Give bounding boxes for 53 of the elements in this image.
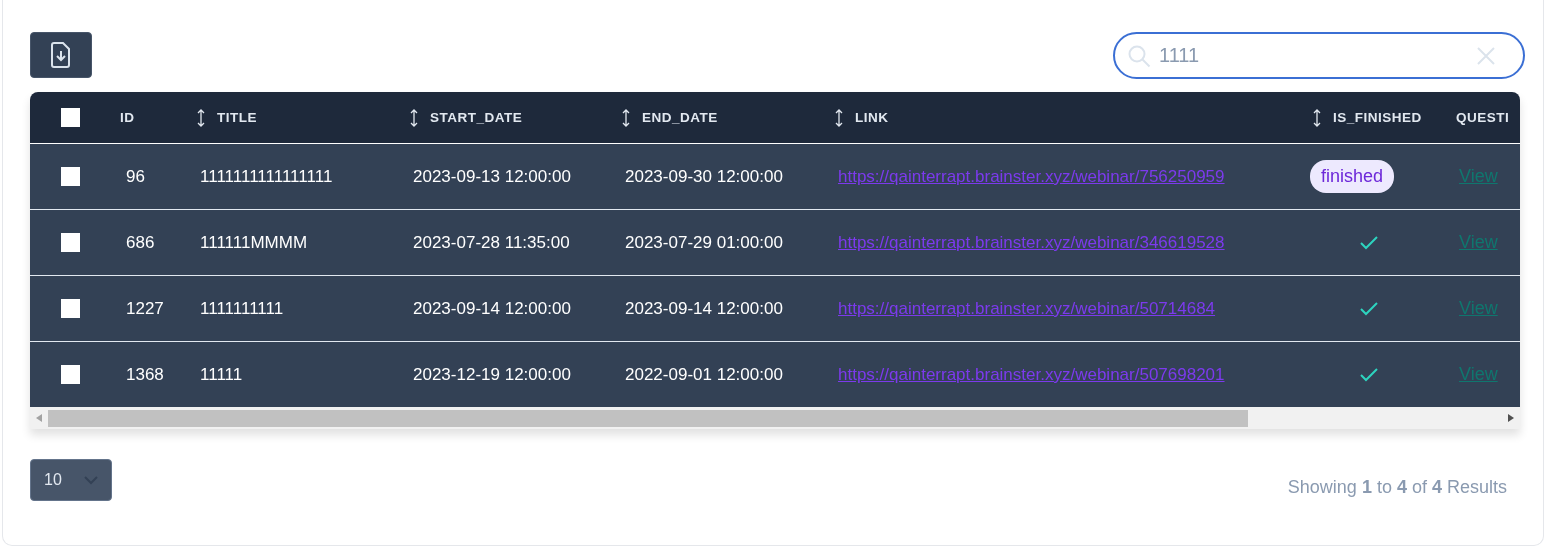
scroll-right-icon[interactable] [1508, 414, 1514, 422]
check-icon [1360, 367, 1378, 382]
sort-icon[interactable] [622, 108, 630, 127]
check-icon [1360, 235, 1378, 250]
row-checkbox[interactable] [61, 233, 80, 252]
horizontal-scrollbar[interactable] [30, 407, 1520, 429]
check-icon [1360, 301, 1378, 316]
scrollbar-thumb[interactable] [48, 409, 1248, 427]
sort-icon[interactable] [197, 108, 205, 127]
export-button[interactable] [30, 31, 92, 78]
row-checkbox[interactable] [61, 365, 80, 384]
search-icon [1127, 43, 1151, 68]
table-cell: 2023-07-28 11:35:00 [413, 232, 570, 253]
table-cell: 686 [126, 232, 155, 253]
row-checkbox[interactable] [61, 299, 80, 318]
column-header[interactable]: TITLE [217, 110, 257, 125]
select-all-checkbox[interactable] [61, 108, 80, 127]
table-cell: 1227 [126, 298, 164, 319]
table-cell: 2023-09-14 12:00:00 [413, 298, 571, 319]
column-header[interactable]: LINK [855, 110, 889, 125]
webinar-link[interactable]: https://qainterrapt.brainster.xyz/webinar/507698201 [838, 364, 1225, 385]
table-cell: 1368 [126, 364, 164, 385]
table-cell: 11111 [200, 364, 243, 385]
table-cell: 1111111111111111 [200, 166, 333, 187]
column-header: ID [120, 110, 135, 125]
page-size-select[interactable]: 10 [30, 459, 112, 501]
table-cell: 2023-09-13 12:00:00 [413, 166, 571, 187]
close-icon[interactable] [1477, 46, 1495, 65]
webinar-link[interactable]: https://qainterrapt.brainster.xyz/webinar/50714684 [838, 298, 1216, 319]
search-input[interactable]: 1111 [1157, 43, 1471, 68]
table-cell: 2023-09-30 12:00:00 [625, 166, 783, 187]
sort-icon[interactable] [1313, 108, 1321, 127]
column-header[interactable]: START_DATE [430, 110, 523, 125]
table-cell: 2023-12-19 12:00:00 [413, 364, 571, 385]
row-checkbox[interactable] [61, 167, 80, 186]
table-cell: 2022-09-01 12:00:00 [625, 364, 783, 385]
webinar-link[interactable]: https://qainterrapt.brainster.xyz/webinar/756250959 [838, 166, 1225, 187]
column-header: QUESTI [1456, 110, 1510, 125]
scroll-left-icon[interactable] [36, 414, 42, 422]
column-header[interactable]: END_DATE [642, 110, 718, 125]
file-download-icon [51, 41, 71, 68]
webinar-link[interactable]: https://qainterrapt.brainster.xyz/webinar/346619528 [838, 232, 1225, 253]
search-field[interactable]: 1111 [1113, 32, 1525, 79]
sort-icon[interactable] [410, 108, 418, 127]
table-cell: 1111111111 [200, 298, 284, 319]
table-cell: 96 [126, 166, 145, 187]
status-badge: finished [1310, 160, 1395, 193]
table-cell: 2023-09-14 12:00:00 [625, 298, 783, 319]
table-cell: 111111MMMM [200, 232, 308, 253]
results-summary: Showing 1 to 4 of 4 Results [1287, 476, 1507, 498]
column-header[interactable]: IS_FINISHED [1333, 110, 1422, 125]
sort-icon[interactable] [835, 108, 843, 127]
table-cell: 2023-07-29 01:00:00 [625, 232, 783, 253]
